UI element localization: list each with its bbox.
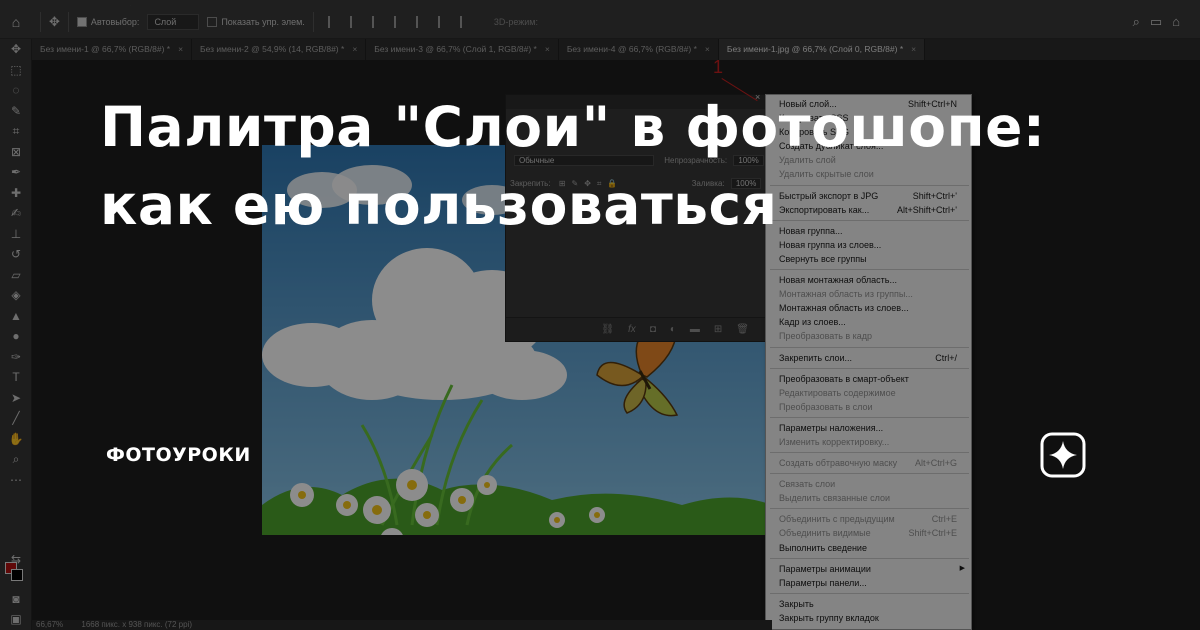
sparkle-star-icon bbox=[1040, 432, 1086, 478]
headline-line-2: как ею пользоваться bbox=[100, 173, 778, 237]
headline-line-1: Палитра "Слои" в фотошопе: bbox=[100, 95, 1046, 159]
brand-label: ФОТОУРОКИ bbox=[106, 444, 251, 466]
article-headline: Палитра "Слои" в фотошопе: как ею пользо… bbox=[100, 88, 1120, 244]
